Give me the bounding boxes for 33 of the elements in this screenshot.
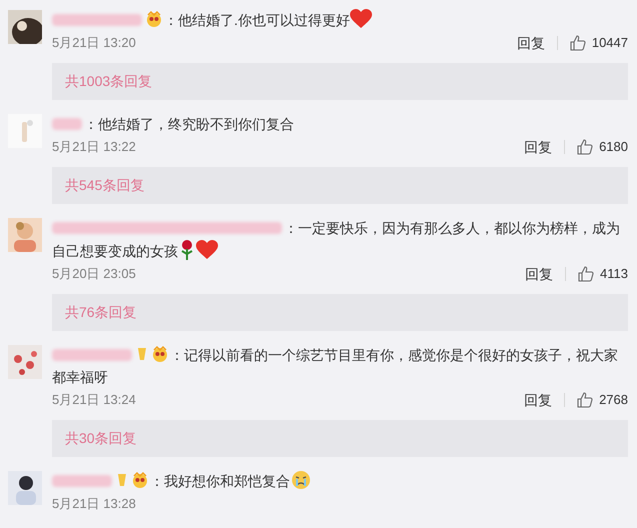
comment-text: ：他结婚了，终究盼不到你们复合	[52, 113, 628, 135]
blurred-username	[52, 118, 82, 130]
like-count: 10447	[592, 34, 628, 52]
reply-button[interactable]: 回复	[516, 32, 545, 54]
comment-time: 5月21日 13:20	[52, 34, 136, 52]
thumb-emoji-icon	[135, 346, 149, 362]
thumbs-up-icon[interactable]	[570, 35, 586, 51]
comment-time: 5月20日 23:05	[52, 265, 136, 284]
reply-button[interactable]: 回复	[524, 390, 552, 410]
comment-time: 5月21日 13:24	[52, 391, 136, 410]
thumbs-up-icon[interactable]	[577, 392, 594, 408]
comment-text: ：我好想你和郑恺复合	[52, 470, 628, 492]
reply-button[interactable]: 回复	[524, 136, 552, 158]
like-count: 2768	[599, 391, 628, 410]
comment-time: 5月21日 13:22	[52, 138, 136, 156]
emoji-face-icon	[151, 345, 169, 363]
reply-button[interactable]: 回复	[525, 264, 554, 284]
thumb-emoji-icon	[115, 472, 129, 488]
emoji-face-icon	[145, 10, 163, 28]
comment-text: ：一定要快乐，因为有那么多人，都以你为榜样，成为自己想要变成的女孩	[52, 219, 621, 262]
blurred-username	[52, 475, 112, 487]
thumbs-up-icon[interactable]	[577, 139, 594, 155]
rose-icon	[179, 239, 195, 261]
thumbs-up-icon[interactable]	[578, 266, 594, 282]
heart-icon	[350, 9, 372, 29]
like-count: 4113	[600, 265, 628, 284]
comment-text: ：他结婚了.你也可以过得更好	[52, 9, 628, 31]
comment-time: 5月21日 13:28	[52, 495, 136, 514]
like-count: 6180	[599, 138, 628, 156]
emoji-face-icon	[131, 471, 149, 489]
crying-face-icon	[291, 470, 311, 490]
comment-text: ：记得以前看的一个综艺节目里有你，感觉你是个很好的女孩子，祝大家都幸福呀	[52, 344, 619, 387]
heart-icon	[196, 240, 218, 260]
